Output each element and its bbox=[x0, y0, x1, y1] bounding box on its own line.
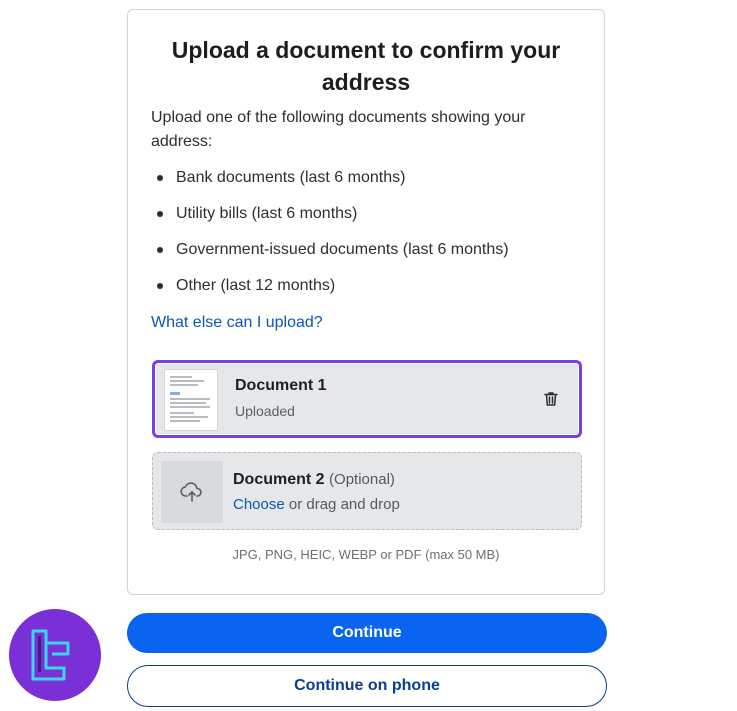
list-item: Other (last 12 months) bbox=[151, 274, 509, 310]
document-1-name: Document 1 bbox=[235, 377, 327, 394]
document-1-slot[interactable]: Document 1 Uploaded bbox=[152, 360, 582, 438]
upload-hint: Choose or drag and drop bbox=[233, 495, 400, 515]
document-2-title: Document 2 bbox=[233, 471, 325, 488]
list-item: Government-issued documents (last 6 mont… bbox=[151, 238, 509, 274]
accepted-formats: JPG, PNG, HEIC, WEBP or PDF (max 50 MB) bbox=[232, 547, 500, 562]
document-2-slot[interactable]: Document 2 (Optional) Choose or drag and… bbox=[152, 452, 582, 530]
choose-file-link[interactable]: Choose bbox=[233, 496, 285, 513]
accepted-documents-list: Bank documents (last 6 months) Utility b… bbox=[151, 166, 509, 310]
continue-on-phone-button[interactable]: Continue on phone bbox=[127, 665, 607, 707]
brand-logo bbox=[9, 609, 101, 701]
list-item: Utility bills (last 6 months) bbox=[151, 202, 509, 238]
trash-icon[interactable] bbox=[541, 389, 561, 409]
optional-label: (Optional) bbox=[329, 471, 395, 488]
what-else-link[interactable]: What else can I upload? bbox=[151, 312, 323, 334]
cloud-upload-icon bbox=[180, 482, 202, 502]
list-item: Bank documents (last 6 months) bbox=[151, 166, 509, 202]
document-1-status: Uploaded bbox=[235, 403, 295, 419]
continue-button[interactable]: Continue bbox=[127, 613, 607, 653]
drag-drop-text: or drag and drop bbox=[284, 496, 400, 513]
document-2-name: Document 2 (Optional) bbox=[233, 469, 395, 491]
page-title: Upload a document to confirm your addres… bbox=[171, 37, 561, 95]
upload-tile[interactable] bbox=[161, 461, 223, 523]
document-thumbnail bbox=[164, 369, 218, 431]
upload-card: Upload a document to confirm your addres… bbox=[127, 9, 605, 595]
intro-text: Upload one of the following documents sh… bbox=[151, 109, 526, 150]
